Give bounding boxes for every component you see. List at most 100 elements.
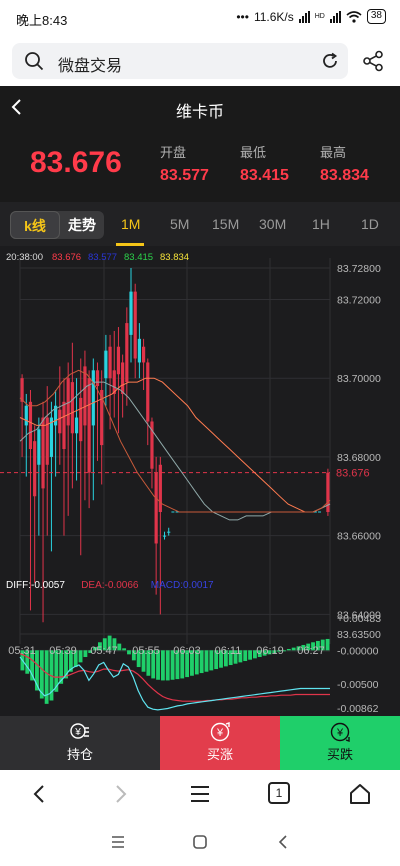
x-tick-label: 06:03 bbox=[173, 645, 201, 657]
x-tick-label: 05:39 bbox=[49, 645, 77, 657]
tabs-count-button[interactable]: 1 bbox=[268, 782, 290, 804]
period-30m[interactable]: 30M bbox=[259, 216, 286, 232]
kline-chart[interactable]: 20:38:00 83.676 83.577 83.415 83.834 83.72800… bbox=[0, 246, 400, 716]
browser-back-icon[interactable] bbox=[28, 782, 52, 806]
macd-bar bbox=[160, 650, 165, 681]
candle-body bbox=[95, 370, 100, 387]
candle-body bbox=[108, 346, 112, 379]
reload-icon[interactable] bbox=[320, 51, 340, 71]
candle-body bbox=[37, 429, 41, 465]
high-value: 83.834 bbox=[320, 167, 369, 184]
trading-app: 维卡币 83.676 开盘 83.577 最低 83.415 最高 83.834… bbox=[0, 86, 400, 770]
macd-bar bbox=[248, 650, 252, 660]
macd-bar bbox=[78, 650, 83, 663]
macd-bar bbox=[286, 648, 291, 651]
macd-y-tick-label: +0.00483 bbox=[337, 613, 381, 625]
y-tick-label: 83.66000 bbox=[337, 531, 381, 543]
x-tick-label: 06:11 bbox=[215, 645, 242, 657]
menu-icon[interactable] bbox=[188, 782, 212, 806]
period-15m[interactable]: 15M bbox=[212, 216, 239, 232]
search-icon bbox=[25, 52, 44, 71]
network-speed: 11.6K/s bbox=[253, 9, 294, 24]
period-1h[interactable]: 1H bbox=[312, 216, 330, 232]
candle-body bbox=[154, 472, 158, 544]
macd-bar bbox=[122, 648, 127, 651]
candle-body bbox=[146, 362, 150, 422]
candle-body bbox=[129, 291, 133, 335]
macd-legend: DIFF:-0.0057 bbox=[6, 580, 65, 591]
x-tick-label: 05:55 bbox=[132, 645, 160, 657]
candle-body bbox=[91, 370, 95, 426]
nav-bar: 维卡币 bbox=[0, 86, 400, 128]
candle-body bbox=[62, 401, 66, 450]
search-query[interactable]: 微盘交易 bbox=[58, 52, 122, 76]
tab-trend[interactable]: 走势 bbox=[60, 211, 104, 239]
buy-down-button[interactable]: ¥ 买跌 bbox=[280, 716, 400, 770]
status-icons: ••• 11.6K/s HD 38 bbox=[236, 9, 386, 24]
x-tick-label: 06:27 bbox=[297, 645, 325, 657]
macd-bar bbox=[204, 650, 209, 672]
browser-forward-icon[interactable] bbox=[108, 782, 132, 806]
svg-text:¥: ¥ bbox=[74, 727, 81, 738]
system-back-icon[interactable] bbox=[276, 834, 292, 850]
signal-icon bbox=[298, 10, 310, 23]
period-5m[interactable]: 5M bbox=[170, 216, 189, 232]
browser-address-bar[interactable]: 微盘交易 bbox=[12, 43, 348, 79]
period-1d[interactable]: 1D bbox=[361, 216, 379, 232]
macd-legend: MACD:0.0017 bbox=[151, 580, 214, 591]
macd-y-tick-label: -0.00000 bbox=[337, 645, 379, 657]
x-tick-label: 06:19 bbox=[256, 645, 284, 657]
chart-mode-toggle: k线 走势 bbox=[10, 211, 104, 239]
recents-icon[interactable] bbox=[110, 834, 126, 850]
candle-body bbox=[141, 346, 146, 363]
macd-y-tick-label: -0.00862 bbox=[337, 703, 379, 715]
low-value: 83.415 bbox=[240, 167, 289, 184]
hd-label: HD bbox=[314, 13, 325, 20]
macd-legend: DEA:-0.0066 bbox=[81, 580, 139, 591]
high-stat: 最高 83.834 bbox=[320, 142, 369, 185]
period-1m[interactable]: 1M bbox=[121, 216, 140, 232]
macd-y-tick-label: -0.00500 bbox=[337, 679, 379, 691]
tab-kline[interactable]: k线 bbox=[10, 211, 60, 239]
candle-body bbox=[133, 291, 137, 359]
info-value: 83.577 bbox=[88, 252, 117, 263]
low-stat: 最低 83.415 bbox=[240, 142, 289, 185]
candle-body bbox=[58, 409, 62, 434]
current-price: 83.676 bbox=[30, 146, 122, 179]
share-icon[interactable] bbox=[362, 50, 384, 72]
open-value: 83.577 bbox=[160, 167, 209, 184]
open-stat: 开盘 83.577 bbox=[160, 142, 209, 185]
macd-bar bbox=[209, 650, 214, 671]
buy-up-button[interactable]: ¥ 买涨 bbox=[160, 716, 280, 770]
clock: 晚上8:43 bbox=[16, 13, 68, 28]
high-label: 最高 bbox=[320, 145, 347, 160]
candle-body bbox=[121, 362, 125, 394]
y-tick-label: 83.72000 bbox=[337, 294, 381, 306]
chart-tabs: k线 走势 1M 5M 15M 30M 1H 1D bbox=[0, 202, 400, 246]
y-tick-label: 83.72800 bbox=[337, 263, 381, 275]
buy-down-label: 买跌 bbox=[326, 747, 353, 762]
candle-body bbox=[158, 464, 162, 512]
open-label: 开盘 bbox=[160, 145, 187, 160]
info-value: 83.834 bbox=[160, 252, 189, 263]
status-bar: 晚上8:43 ••• 11.6K/s HD 38 bbox=[0, 0, 400, 36]
hold-button[interactable]: ¥ 持仓 bbox=[0, 716, 160, 770]
current-price-label: 83.676 bbox=[336, 468, 370, 480]
candle-body bbox=[162, 535, 167, 537]
macd-bar bbox=[243, 650, 248, 662]
svg-text:¥: ¥ bbox=[336, 727, 344, 739]
candle-body bbox=[83, 366, 87, 426]
battery-icon: 38 bbox=[366, 9, 386, 24]
macd-bar bbox=[117, 643, 122, 651]
candle-body bbox=[41, 417, 45, 489]
signal-icon-2 bbox=[329, 10, 341, 23]
candle-body bbox=[167, 531, 171, 533]
system-home-icon[interactable] bbox=[192, 834, 208, 850]
candle-body bbox=[74, 417, 79, 434]
candle-body bbox=[87, 378, 91, 473]
macd-bar bbox=[83, 650, 88, 658]
yuan-down-icon: ¥ bbox=[330, 722, 350, 742]
home-icon[interactable] bbox=[348, 782, 372, 806]
info-value: 83.415 bbox=[124, 252, 153, 263]
candle-body bbox=[125, 323, 129, 383]
